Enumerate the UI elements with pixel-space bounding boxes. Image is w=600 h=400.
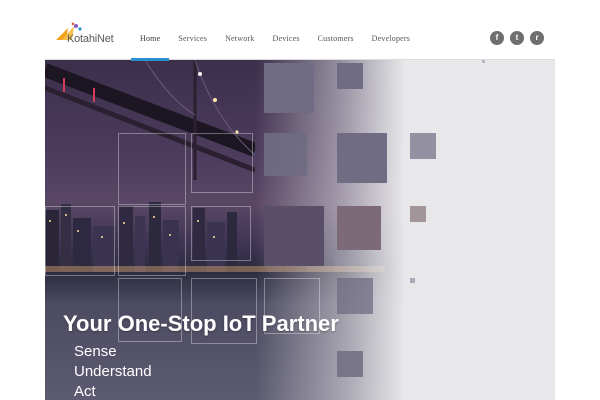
hero-banner: Your One-Stop IoT Partner Sense Understa… bbox=[45, 60, 555, 400]
mosaic-square bbox=[264, 133, 307, 176]
mosaic-square bbox=[337, 133, 387, 183]
logo[interactable]: KotahiNet bbox=[54, 22, 134, 52]
mosaic-square bbox=[337, 63, 363, 89]
rss-icon[interactable]: r bbox=[530, 31, 544, 45]
main-nav: Home Services Network Devices Customers … bbox=[131, 17, 419, 61]
mosaic-square bbox=[337, 206, 381, 250]
nav-item-services[interactable]: Services bbox=[169, 17, 216, 60]
site-header: KotahiNet Home Services Network Devices … bbox=[45, 17, 555, 61]
mosaic-tile bbox=[118, 133, 186, 205]
social-links: f t r bbox=[490, 31, 544, 45]
nav-item-developers[interactable]: Developers bbox=[363, 17, 419, 60]
hero-taglines: Sense Understand Act bbox=[74, 342, 152, 400]
hero-tagline-understand: Understand bbox=[74, 363, 152, 380]
mosaic-tile bbox=[191, 133, 253, 193]
mosaic-tile bbox=[191, 206, 251, 261]
mosaic-square bbox=[337, 278, 373, 314]
hero-tagline-sense: Sense bbox=[74, 343, 117, 360]
nav-item-home[interactable]: Home bbox=[131, 17, 170, 61]
mosaic-square bbox=[264, 63, 314, 113]
nav-item-devices[interactable]: Devices bbox=[263, 17, 308, 60]
mosaic-square bbox=[410, 278, 415, 283]
twitter-icon[interactable]: t bbox=[510, 31, 524, 45]
hero-title: Your One-Stop IoT Partner bbox=[63, 311, 339, 336]
website-frame: KotahiNet Home Services Network Devices … bbox=[45, 17, 555, 400]
hero-tagline-act: Act bbox=[74, 383, 96, 400]
mosaic-square bbox=[482, 60, 485, 63]
mosaic-tile bbox=[45, 206, 115, 276]
mosaic-square bbox=[264, 206, 324, 266]
nav-item-network[interactable]: Network bbox=[216, 17, 263, 60]
mosaic-square bbox=[337, 351, 363, 377]
nav-item-customers[interactable]: Customers bbox=[309, 17, 363, 60]
mosaic-square bbox=[410, 133, 436, 159]
mosaic-tile bbox=[118, 206, 186, 276]
logo-text: KotahiNet bbox=[67, 33, 114, 45]
mosaic-square bbox=[410, 206, 426, 222]
facebook-icon[interactable]: f bbox=[490, 31, 504, 45]
